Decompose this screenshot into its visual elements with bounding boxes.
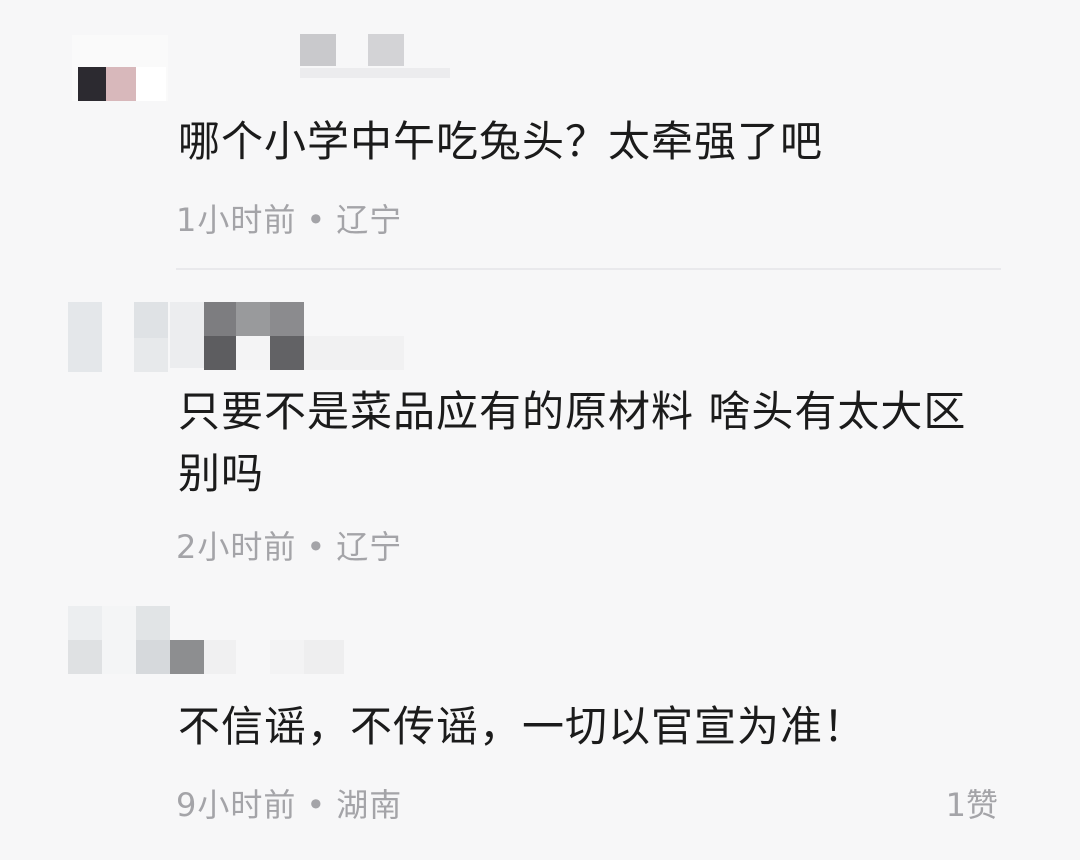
comment-text: 不信谣，不传谣，一切以官宣为准！ [178, 702, 867, 751]
comment-location: 湖南 [336, 786, 403, 824]
like-count[interactable]: 1赞 [946, 780, 998, 826]
comment-item: 不信谣，不传谣，一切以官宣为准！ 9小时前 • 湖南 1赞 [0, 590, 1080, 860]
comment-text: 只要不是菜品应有的原材料 啥头有太大区别吗 [178, 387, 967, 498]
comment-time: 2小时前 [176, 528, 297, 566]
comment-meta: 1小时前 • 辽宁 [176, 195, 402, 241]
meta-separator: • [306, 786, 327, 824]
comment-time: 9小时前 [176, 786, 297, 824]
meta-separator: • [306, 528, 327, 566]
comment-item: 哪个小学中午吃兔头？太牵强了吧 1小时前 • 辽宁 [0, 0, 1080, 270]
comment-time: 1小时前 [176, 201, 297, 239]
username-blurred[interactable] [204, 640, 344, 674]
comment-meta: 2小时前 • 辽宁 [176, 522, 402, 568]
username-blurred[interactable] [300, 34, 450, 82]
avatar[interactable] [72, 35, 168, 101]
comment-item: 只要不是菜品应有的原材料 啥头有太大区别吗 2小时前 • 辽宁 [0, 270, 1080, 590]
avatar[interactable] [68, 606, 204, 676]
avatar[interactable] [68, 302, 170, 372]
comment-location: 辽宁 [336, 201, 403, 239]
meta-separator: • [306, 201, 327, 239]
comment-meta: 9小时前 • 湖南 [176, 780, 402, 826]
username-blurred[interactable] [170, 302, 410, 376]
comment-location: 辽宁 [336, 528, 403, 566]
comment-text: 哪个小学中午吃兔头？太牵强了吧 [178, 117, 824, 166]
